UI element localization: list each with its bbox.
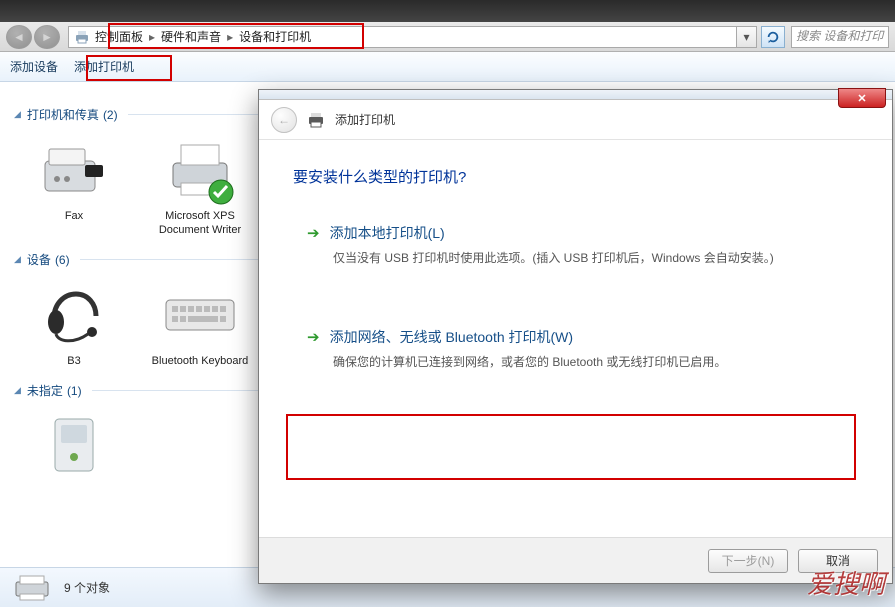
device-b3[interactable]: B3 (14, 278, 134, 368)
option-local-desc: 仅当没有 USB 打印机时使用此选项。(插入 USB 打印机后，Windows … (307, 249, 844, 267)
status-thumb-icon (12, 573, 52, 603)
close-button[interactable]: ✕ (838, 88, 886, 108)
printer-icon (160, 133, 240, 205)
device-generic[interactable] (14, 409, 134, 485)
crumb-hardware-sound[interactable]: 硬件和声音 (161, 28, 221, 45)
group-devices-count: (6) (55, 253, 70, 267)
cancel-button[interactable]: 取消 (798, 549, 878, 573)
device-label: Bluetooth Keyboard (140, 354, 260, 368)
option-local-title: 添加本地打印机(L) (330, 223, 445, 243)
dialog-header: ← 添加打印机 (259, 100, 892, 140)
dialog-footer: 下一步(N) 取消 (259, 537, 892, 583)
group-printers-title: 打印机和传真 (27, 106, 99, 123)
group-unspecified-title: 未指定 (27, 382, 63, 399)
dialog-heading: 要安装什么类型的打印机? (293, 166, 858, 187)
refresh-button[interactable] (761, 26, 785, 48)
device-xps-writer[interactable]: Microsoft XPS Document Writer (140, 133, 260, 237)
printer-icon (73, 28, 91, 46)
breadcrumb[interactable]: 控制面板 ▸ 硬件和声音 ▸ 设备和打印机 (68, 26, 737, 48)
device-label: Fax (14, 209, 134, 223)
option-network-title: 添加网络、无线或 Bluetooth 打印机(W) (330, 327, 573, 347)
option-local-printer[interactable]: ➔ 添加本地打印机(L) 仅当没有 USB 打印机时使用此选项。(插入 USB … (293, 213, 858, 281)
add-device-button[interactable]: 添加设备 (10, 58, 58, 75)
recent-locations-dropdown[interactable]: ▾ (737, 26, 757, 48)
fax-icon (34, 133, 114, 205)
device-label: B3 (14, 354, 134, 368)
arrow-right-icon: ➔ (307, 224, 320, 242)
chevron-right-icon: ▸ (149, 30, 155, 44)
crumb-devices-printers[interactable]: 设备和打印机 (239, 28, 311, 45)
forward-button[interactable]: ► (34, 25, 60, 49)
status-count: 9 个对象 (64, 579, 110, 596)
dialog-title: 添加打印机 (335, 111, 395, 128)
option-network-desc: 确保您的计算机已连接到网络，或者您的 Bluetooth 或无线打印机已启用。 (307, 353, 844, 371)
next-button[interactable]: 下一步(N) (708, 549, 788, 573)
printer-icon (307, 111, 325, 129)
option-network-printer[interactable]: ➔ 添加网络、无线或 Bluetooth 打印机(W) 确保您的计算机已连接到网… (293, 317, 858, 385)
crumb-control-panel[interactable]: 控制面板 (95, 28, 143, 45)
group-printers-count: (2) (103, 108, 118, 122)
device-bt-keyboard[interactable]: Bluetooth Keyboard (140, 278, 260, 368)
arrow-right-icon: ➔ (307, 328, 320, 346)
chevron-right-icon: ▸ (227, 30, 233, 44)
device-fax[interactable]: Fax (14, 133, 134, 237)
dialog-body: 要安装什么类型的打印机? ➔ 添加本地打印机(L) 仅当没有 USB 打印机时使… (259, 140, 892, 431)
search-input[interactable]: 搜索 设备和打印 (791, 26, 889, 48)
dialog-back-button[interactable]: ← (271, 107, 297, 133)
device-label: Microsoft XPS Document Writer (140, 209, 260, 237)
headset-icon (34, 278, 114, 350)
group-devices-title: 设备 (27, 251, 51, 268)
keyboard-icon (160, 278, 240, 350)
back-button[interactable]: ◄ (6, 25, 32, 49)
nav-bar: ◄ ► 控制面板 ▸ 硬件和声音 ▸ 设备和打印机 ▾ 搜索 设备和打印 (0, 22, 895, 52)
group-unspecified-count: (1) (67, 384, 82, 398)
command-bar: 添加设备 添加打印机 (0, 52, 895, 82)
window-title-bar (0, 0, 895, 22)
generic-device-icon (34, 409, 114, 481)
dialog-title-bar[interactable]: ✕ (259, 90, 892, 100)
add-printer-dialog: ✕ ← 添加打印机 要安装什么类型的打印机? ➔ 添加本地打印机(L) 仅当没有… (258, 89, 893, 584)
add-printer-button[interactable]: 添加打印机 (74, 58, 134, 75)
